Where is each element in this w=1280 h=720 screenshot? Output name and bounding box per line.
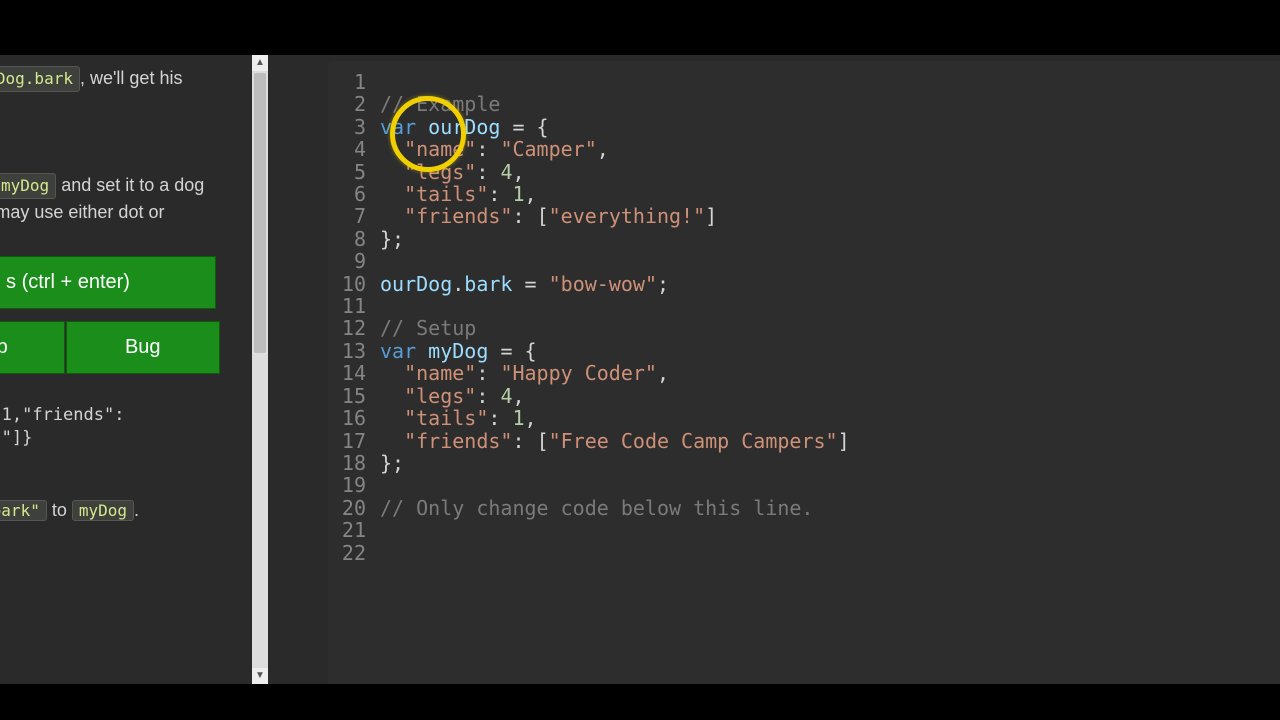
code-chip-ourdog-bark: ourDog.bark (0, 66, 80, 92)
code-line[interactable]: 14 "name": "Happy Coder", (328, 362, 1280, 384)
instructions-panel: ourDog.bark, we'll get his y to myDog an… (0, 55, 268, 684)
line-number: 5 (328, 161, 380, 183)
code-line[interactable]: 19 (328, 474, 1280, 496)
code-line[interactable]: 16 "tails": 1, (328, 407, 1280, 429)
line-number: 11 (328, 295, 380, 317)
code-content[interactable]: // Only change code below this line. (380, 497, 813, 519)
code-content[interactable]: }; (380, 452, 404, 474)
line-number: 7 (328, 205, 380, 227)
code-content[interactable]: // Setup (380, 317, 476, 339)
code-line[interactable]: 20// Only change code below this line. (328, 497, 1280, 519)
line-number: 20 (328, 497, 380, 519)
run-tests-button[interactable]: s (ctrl + enter) (0, 256, 216, 309)
code-content[interactable]: "legs": 4, (380, 385, 525, 407)
left-scrollbar[interactable]: ▲ ▼ (252, 55, 268, 684)
line-number: 6 (328, 183, 380, 205)
test-requirement: perty "bark" to myDog. (0, 500, 260, 521)
instruction-text-2: y to myDog and set it to a dog You may u… (0, 172, 260, 226)
line-number: 8 (328, 228, 380, 250)
line-number: 17 (328, 430, 380, 452)
code-line[interactable]: 13var myDog = { (328, 340, 1280, 362)
code-line[interactable]: 17 "friends": ["Free Code Camp Campers"] (328, 430, 1280, 452)
scroll-thumb[interactable] (254, 73, 266, 353)
line-number: 12 (328, 317, 380, 339)
code-line[interactable]: 15 "legs": 4, (328, 385, 1280, 407)
line-number: 21 (328, 519, 380, 541)
code-content[interactable]: "friends": ["everything!"] (380, 205, 717, 227)
line-number: 2 (328, 93, 380, 115)
code-editor[interactable]: 12// Example3var ourDog = {4 "name": "Ca… (328, 61, 1280, 684)
code-content[interactable]: ourDog.bark = "bow-wow"; (380, 273, 669, 295)
line-number: 13 (328, 340, 380, 362)
code-content[interactable]: "name": "Camper", (380, 138, 609, 160)
code-line[interactable]: 5 "legs": 4, (328, 161, 1280, 183)
line-number: 1 (328, 71, 380, 93)
line-number: 22 (328, 542, 380, 564)
code-content[interactable]: "tails": 1, (380, 407, 537, 429)
code-line[interactable]: 2// Example (328, 93, 1280, 115)
code-line[interactable]: 12// Setup (328, 317, 1280, 339)
help-button[interactable]: Help (0, 321, 65, 374)
code-content[interactable]: // Example (380, 93, 500, 115)
code-line[interactable]: 9 (328, 250, 1280, 272)
code-line[interactable]: 4 "name": "Camper", (328, 138, 1280, 160)
code-content[interactable]: "friends": ["Free Code Camp Campers"] (380, 430, 850, 452)
code-line[interactable]: 22 (328, 542, 1280, 564)
scroll-down-icon[interactable]: ▼ (252, 668, 268, 684)
code-line[interactable]: 3var ourDog = { (328, 116, 1280, 138)
content-area: ourDog.bark, we'll get his y to myDog an… (0, 55, 1280, 684)
line-number: 10 (328, 273, 380, 295)
code-content[interactable]: var ourDog = { (380, 116, 549, 138)
line-number: 3 (328, 116, 380, 138)
line-number: 15 (328, 385, 380, 407)
code-content[interactable]: }; (380, 228, 404, 250)
panel-gap (268, 55, 328, 684)
instruction-text-1: ourDog.bark, we'll get his (0, 65, 260, 92)
line-number: 16 (328, 407, 380, 429)
code-line[interactable]: 8}; (328, 228, 1280, 250)
line-number: 19 (328, 474, 380, 496)
code-line[interactable]: 21 (328, 519, 1280, 541)
line-number: 14 (328, 362, 380, 384)
code-line[interactable]: 18}; (328, 452, 1280, 474)
line-number: 4 (328, 138, 380, 160)
line-number: 18 (328, 452, 380, 474)
code-content[interactable]: "legs": 4, (380, 161, 525, 183)
code-chip-bark: "bark" (0, 500, 47, 521)
code-content[interactable]: "tails": 1, (380, 183, 537, 205)
code-content[interactable]: var myDog = { (380, 340, 537, 362)
bug-button[interactable]: Bug (66, 321, 221, 374)
code-chip-mydog: myDog (0, 173, 56, 199)
code-line[interactable]: 10ourDog.bark = "bow-wow"; (328, 273, 1280, 295)
console-output: tails":1,"friends": Campers"]} (0, 404, 260, 450)
code-line[interactable]: 1 (328, 71, 1280, 93)
line-number: 9 (328, 250, 380, 272)
code-line[interactable]: 6 "tails": 1, (328, 183, 1280, 205)
code-line[interactable]: 11 (328, 295, 1280, 317)
code-content[interactable]: "name": "Happy Coder", (380, 362, 669, 384)
code-line[interactable]: 7 "friends": ["everything!"] (328, 205, 1280, 227)
scroll-up-icon[interactable]: ▲ (252, 55, 268, 71)
code-chip-mydog-2: myDog (72, 500, 134, 521)
